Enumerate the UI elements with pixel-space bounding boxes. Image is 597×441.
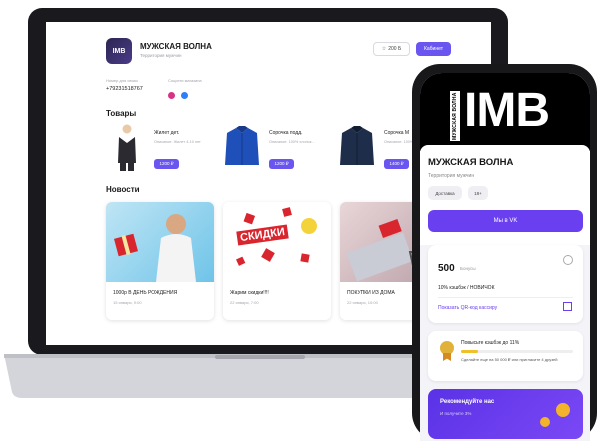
vk-icon[interactable] bbox=[181, 92, 189, 99]
news-card[interactable]: СКИДКИ Жарим скидки!!!! 22 января, 7:00 bbox=[223, 202, 331, 320]
news-date: 15 января, 9:00 bbox=[113, 300, 142, 305]
product-name: Сорочка М bbox=[384, 130, 410, 136]
divider bbox=[438, 297, 573, 298]
phone-hero: МУЖСКАЯ ВОЛНА IMB bbox=[420, 73, 590, 151]
phone-shop-subtitle: Территория мужчин bbox=[428, 173, 475, 179]
bonus-button[interactable]: ☆ 200 Б bbox=[373, 42, 410, 56]
social-label: Соцсети магазина bbox=[168, 78, 202, 83]
level-progress-bar bbox=[461, 350, 573, 353]
qr-link[interactable]: Показать QR-код кассиру bbox=[438, 305, 497, 311]
news-title: Новости bbox=[106, 185, 140, 194]
recommend-card[interactable]: Рекомендуйте нас И получите 3% bbox=[428, 389, 583, 439]
news-image bbox=[106, 202, 214, 282]
bonus-button-label: 200 Б bbox=[388, 46, 402, 52]
product-desc: Описание. 100% bbox=[384, 140, 414, 144]
phone-screen: МУЖСКАЯ ВОЛНА IMB МУЖСКАЯ ВОЛНА Территор… bbox=[420, 73, 590, 441]
product-image bbox=[221, 122, 263, 172]
shop-header: IMB МУЖСКАЯ ВОЛНА Территория мужчин ☆ 20… bbox=[46, 22, 491, 68]
bonus-card: 500 Бонусы 10% кэшбэк / НОВИЧОК Показать… bbox=[428, 245, 583, 323]
phone-value[interactable]: +79231518767 bbox=[106, 86, 143, 92]
level-description: Сделайте еще на 50 000 ₽ или пригласите … bbox=[461, 357, 558, 362]
bonus-value: 500 bbox=[438, 263, 455, 274]
tag-age[interactable]: 18+ bbox=[468, 186, 488, 200]
news-image: СКИДКИ bbox=[223, 202, 331, 282]
level-title: Повысьте кэшбэк до 11% bbox=[461, 340, 520, 346]
news-date: 22 января, 7:00 bbox=[230, 300, 259, 305]
coin-icon bbox=[556, 403, 570, 417]
product-name: Жилет дет. bbox=[154, 130, 180, 136]
tag-delivery[interactable]: Доставка bbox=[428, 186, 462, 200]
product-image bbox=[106, 122, 148, 172]
price-button[interactable]: 1200 ₽ bbox=[269, 159, 294, 169]
news-date: 22 января, 10:00 bbox=[347, 300, 378, 305]
phone-label: Номер для связи bbox=[106, 78, 138, 83]
coin-icon bbox=[540, 417, 550, 427]
medal-ribbon bbox=[443, 353, 451, 361]
level-progress-fill bbox=[461, 350, 478, 353]
price-button[interactable]: 1200 ₽ bbox=[154, 159, 179, 169]
login-button[interactable]: Кабинет bbox=[416, 42, 451, 56]
social-info: Соцсети магазина bbox=[168, 78, 202, 104]
shop-subtitle: Территория мужчин bbox=[140, 53, 182, 58]
product-card[interactable]: Жилет дет. Описание. Жилет 4-10 лет 1200… bbox=[106, 122, 211, 177]
news-title-text: ПОКУПКИ ИЗ ДОМА bbox=[347, 290, 395, 296]
product-desc: Описание. 100% хлопок... bbox=[269, 140, 315, 144]
instagram-icon[interactable] bbox=[168, 92, 175, 99]
history-icon[interactable] bbox=[563, 255, 573, 265]
shop-name: МУЖСКАЯ ВОЛНА bbox=[140, 42, 212, 51]
vk-button[interactable]: Мы в VK bbox=[428, 210, 583, 232]
price-button[interactable]: 1400 ₽ bbox=[384, 159, 409, 169]
news-title-text: Жарим скидки!!!! bbox=[230, 290, 269, 296]
bonus-unit: Бонусы bbox=[460, 266, 476, 271]
phone-info: Номер для связи +79231518767 bbox=[106, 78, 143, 92]
logo-side-text: МУЖСКАЯ ВОЛНА bbox=[450, 91, 460, 141]
cashback-level: 10% кэшбэк / НОВИЧОК bbox=[438, 285, 495, 291]
shop-logo: IMB bbox=[106, 38, 132, 64]
product-image bbox=[336, 122, 378, 172]
product-card[interactable]: Сорочка подд. Описание. 100% хлопок... 1… bbox=[221, 122, 326, 177]
product-name: Сорочка подд. bbox=[269, 130, 303, 136]
recommend-title: Рекомендуйте нас bbox=[440, 399, 495, 405]
products-title: Товары bbox=[106, 109, 137, 118]
qr-icon[interactable] bbox=[563, 302, 572, 311]
brand-logo: IMB bbox=[464, 84, 550, 137]
recommend-subtitle: И получите 3% bbox=[440, 411, 472, 416]
news-title-text: 1000р В ДЕНЬ РОЖДЕНИЯ bbox=[113, 290, 178, 296]
medal-icon bbox=[440, 341, 454, 355]
level-card: Повысьте кэшбэк до 11% Сделайте еще на 5… bbox=[428, 331, 583, 381]
news-card[interactable]: 1000р В ДЕНЬ РОЖДЕНИЯ 15 января, 9:00 bbox=[106, 202, 214, 320]
product-desc: Описание. Жилет 4-10 лет bbox=[154, 140, 201, 144]
phone-shop-name: МУЖСКАЯ ВОЛНА bbox=[428, 157, 514, 168]
star-icon: ☆ bbox=[381, 46, 387, 52]
